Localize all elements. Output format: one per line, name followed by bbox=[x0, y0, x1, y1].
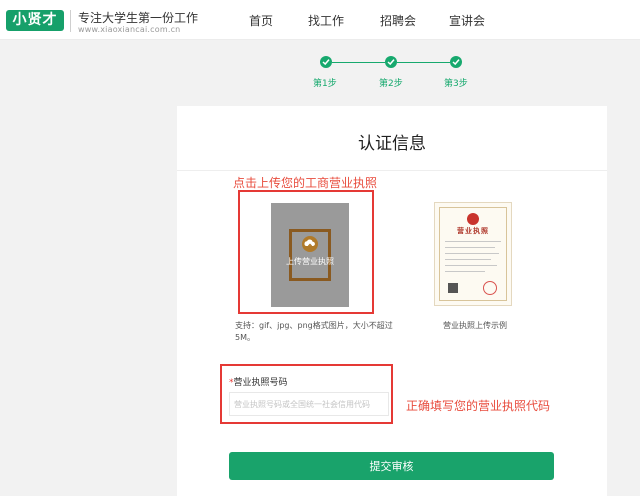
nav-home[interactable]: 首页 bbox=[249, 12, 273, 29]
step-2-label: 第2步 bbox=[379, 79, 403, 89]
nav-find-job[interactable]: 找工作 bbox=[308, 12, 344, 29]
license-number-input[interactable] bbox=[229, 392, 389, 416]
step-3-check-icon bbox=[450, 56, 462, 68]
license-number-label: *营业执照号码 bbox=[229, 378, 288, 388]
sample-title: 营业执照 bbox=[457, 227, 489, 235]
sample-text-line bbox=[445, 271, 485, 272]
step-1-check-icon bbox=[320, 56, 332, 68]
upload-button-label: 上传营业执照 bbox=[286, 257, 334, 266]
sample-text-line bbox=[445, 265, 497, 266]
upload-format-hint: 支持：gif、jpg、png格式图片，大小不超过5M。 bbox=[235, 321, 393, 342]
site-logo[interactable]: 小贤才 bbox=[6, 10, 64, 31]
nav-job-fair[interactable]: 招聘会 bbox=[380, 12, 416, 29]
qr-code-icon bbox=[448, 283, 458, 293]
logo-divider bbox=[70, 10, 71, 32]
national-emblem-icon bbox=[467, 213, 479, 225]
sample-text-line bbox=[445, 253, 499, 254]
sample-text-line bbox=[445, 241, 501, 242]
page-title: 认证信息 bbox=[358, 134, 426, 154]
submit-review-button[interactable]: 提交审核 bbox=[229, 452, 554, 480]
title-divider bbox=[177, 170, 607, 171]
site-slogan: 专注大学生第一份工作 bbox=[78, 11, 199, 25]
step-2-check-icon bbox=[385, 56, 397, 68]
license-sample-image: 营业执照 bbox=[434, 202, 512, 306]
step-3-label: 第3步 bbox=[444, 79, 468, 89]
sample-text-line bbox=[445, 259, 491, 260]
step-connector bbox=[397, 62, 450, 63]
upload-annotation: 点击上传您的工商营业执照 bbox=[233, 176, 378, 190]
step-connector bbox=[332, 62, 385, 63]
site-url: www.xiaoxiancai.com.cn bbox=[78, 25, 181, 34]
sample-text-line bbox=[445, 247, 495, 248]
red-stamp-icon bbox=[483, 281, 497, 295]
step-progress: 第1步 第2步 第3步 bbox=[0, 56, 640, 92]
upload-cloud-icon bbox=[302, 236, 318, 252]
certification-card: 认证信息 点击上传您的工商营业执照 上传营业执照 支持：gif、jpg、png格… bbox=[177, 106, 607, 496]
nav-campus-talk[interactable]: 宣讲会 bbox=[449, 12, 485, 29]
step-1-label: 第1步 bbox=[313, 79, 337, 89]
top-header: 小贤才 专注大学生第一份工作 www.xiaoxiancai.com.cn 首页… bbox=[0, 0, 640, 40]
license-number-annotation: 正确填写您的营业执照代码 bbox=[406, 399, 551, 413]
sample-caption: 营业执照上传示例 bbox=[443, 321, 507, 330]
license-upload-button[interactable]: 上传营业执照 bbox=[271, 203, 349, 307]
